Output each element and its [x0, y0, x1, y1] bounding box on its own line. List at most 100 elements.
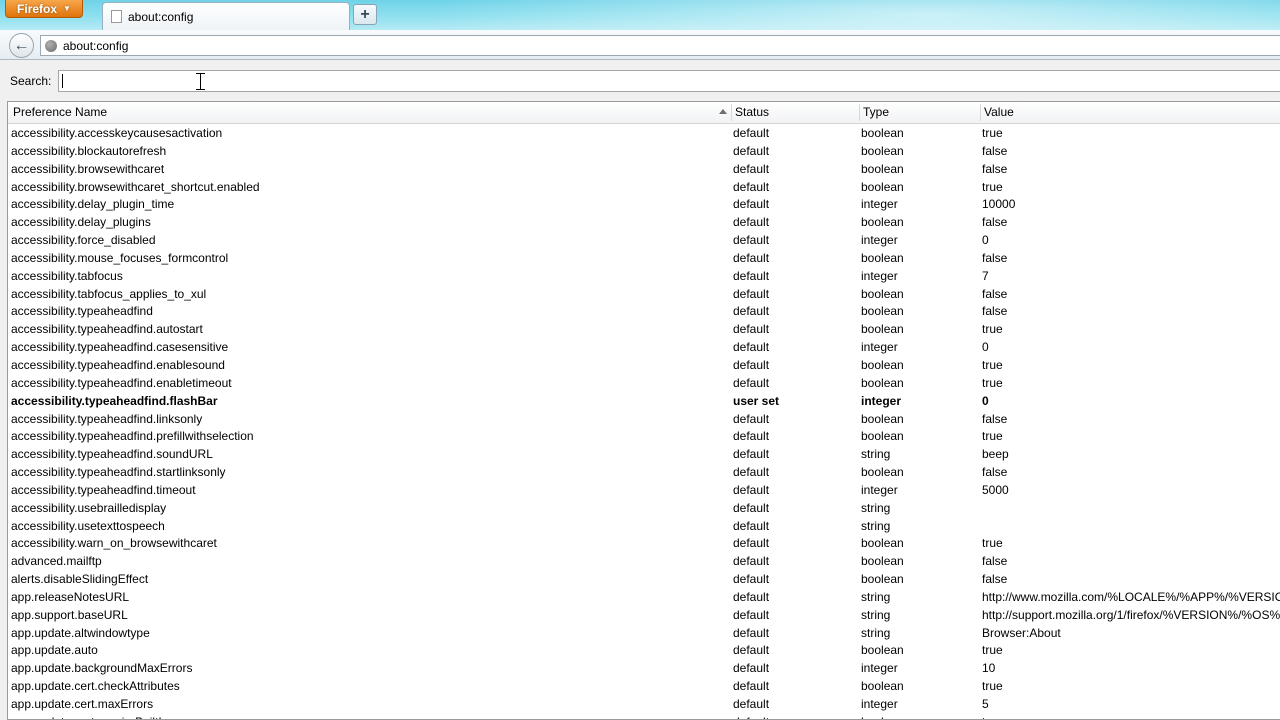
pref-name-cell: app.update.backgroundMaxErrors — [11, 661, 193, 676]
table-row[interactable]: accessibility.typeaheadfind.prefillwiths… — [8, 427, 1280, 445]
table-row[interactable]: accessibility.warn_on_browsewithcaret def… — [8, 534, 1280, 552]
url-bar[interactable]: about:config — [40, 35, 1280, 56]
pref-status-cell: default — [733, 126, 770, 140]
table-row[interactable]: accessibility.typeaheadfind.soundURL defa… — [8, 445, 1280, 463]
table-row[interactable]: accessibility.delay_plugin_time default in… — [8, 195, 1280, 213]
pref-type-cell: boolean — [861, 126, 904, 140]
pref-value-cell: 10000 — [982, 197, 1016, 212]
pref-value-cell: true — [982, 679, 1003, 694]
table-row[interactable]: app.update.cert.maxErrors default integer 5 — [8, 695, 1280, 713]
column-divider[interactable] — [859, 104, 860, 121]
pref-name-cell: app.update.altwindowtype — [11, 625, 150, 640]
table-row[interactable]: accessibility.delay_plugins default boolea… — [8, 213, 1280, 231]
pref-type-cell: boolean — [861, 429, 904, 444]
pref-name-cell: accessibility.delay_plugin_time — [11, 197, 175, 212]
pref-name-cell: accessibility.accesskeycausesactivation — [11, 126, 223, 140]
pref-name-cell: accessibility.typeaheadfind.flashBar — [11, 393, 218, 408]
preferences-table[interactable]: Preference Name Status Type Value access… — [7, 101, 1280, 720]
pref-value-cell: true — [982, 357, 1003, 372]
pref-name-cell: accessibility.mouse_focuses_formcontrol — [11, 250, 229, 265]
table-row[interactable]: accessibility.typeaheadfind.startlinkson… — [8, 463, 1280, 481]
table-row[interactable]: accessibility.usebrailledisplay default st… — [8, 499, 1280, 517]
table-row[interactable]: accessibility.typeaheadfind.timeout defau… — [8, 481, 1280, 499]
table-row[interactable]: accessibility.usetexttospeech default stri… — [8, 517, 1280, 535]
pref-value-cell: true — [982, 643, 1003, 658]
pref-type-cell: integer — [861, 340, 898, 355]
table-row[interactable]: accessibility.typeaheadfind.enabletimeou… — [8, 374, 1280, 392]
pref-status-cell: default — [733, 304, 770, 319]
pref-status-cell: default — [733, 143, 770, 158]
pref-name-cell: alerts.disableSlidingEffect — [11, 572, 149, 587]
table-row[interactable]: accessibility.blockautorefresh default boo… — [8, 142, 1280, 160]
column-divider[interactable] — [980, 104, 981, 121]
pref-name-cell: accessibility.typeaheadfind.enabletimeou… — [11, 375, 232, 390]
pref-type-cell: string — [861, 625, 891, 640]
table-row[interactable]: accessibility.force_disabled default integ… — [8, 231, 1280, 249]
table-row[interactable]: accessibility.browsewithcaret_shortcut.e… — [8, 178, 1280, 196]
table-row[interactable]: accessibility.typeaheadfind.linksonly def… — [8, 410, 1280, 428]
table-row[interactable]: alerts.disableSlidingEffect default boolea… — [8, 570, 1280, 588]
table-row[interactable]: accessibility.mouse_focuses_formcontrol d… — [8, 249, 1280, 267]
column-header-preference-name[interactable]: Preference Name — [13, 102, 107, 123]
pref-name-cell: app.update.cert.checkAttributes — [11, 679, 180, 694]
pref-name-cell: accessibility.force_disabled — [11, 233, 156, 248]
pref-name-cell: app.releaseNotesURL — [11, 589, 130, 604]
table-row[interactable]: app.releaseNotesURL default string http://w… — [8, 588, 1280, 606]
table-row[interactable]: accessibility.typeaheadfind.enablesound d… — [8, 356, 1280, 374]
table-row[interactable]: accessibility.accesskeycausesactivation d… — [8, 124, 1280, 142]
site-identity-icon[interactable] — [45, 39, 57, 52]
column-header-type[interactable]: Type — [863, 102, 889, 123]
pref-value-cell: true — [982, 179, 1003, 194]
table-row[interactable]: accessibility.typeaheadfind.flashBar user… — [8, 392, 1280, 410]
table-row[interactable]: accessibility.browsewithcaret default bool… — [8, 160, 1280, 178]
pref-name-cell: accessibility.warn_on_browsewithcaret — [11, 536, 217, 551]
table-row[interactable]: app.update.backgroundMaxErrors default int… — [8, 659, 1280, 677]
table-row[interactable]: accessibility.tabfocus_applies_to_xul def… — [8, 285, 1280, 303]
tab-title: about:config — [128, 9, 194, 24]
config-page: Search: Preference Name Status Type Valu… — [0, 60, 1280, 720]
table-row[interactable]: app.support.baseURL default string http://s… — [8, 606, 1280, 624]
tab-about-config[interactable]: about:config — [102, 2, 350, 30]
pref-type-cell: boolean — [861, 215, 904, 230]
pref-value-cell: http://www.mozilla.com/%LOCALE%/%APP%/%V… — [982, 589, 1280, 604]
table-row[interactable]: app.update.auto default boolean true — [8, 641, 1280, 659]
pref-name-cell: accessibility.typeaheadfind.soundURL — [11, 447, 213, 462]
table-row[interactable]: advanced.mailftp default boolean false — [8, 552, 1280, 570]
pref-type-cell: integer — [861, 697, 898, 711]
pref-status-cell: default — [733, 179, 770, 194]
search-input[interactable] — [58, 70, 1280, 92]
pref-name-cell: accessibility.typeaheadfind.startlinkson… — [11, 465, 226, 480]
pref-value-cell: Browser:About — [982, 625, 1061, 640]
ibeam-cursor-icon — [196, 73, 205, 90]
pref-value-cell: false — [982, 286, 1008, 301]
column-header-value[interactable]: Value — [984, 102, 1014, 123]
table-row[interactable]: app.update.cert.checkAttributes default bo… — [8, 677, 1280, 695]
pref-status-cell: default — [733, 233, 770, 248]
table-row[interactable]: accessibility.typeaheadfind.autostart def… — [8, 320, 1280, 338]
table-row[interactable]: accessibility.tabfocus default integer 7 — [8, 267, 1280, 285]
pref-name-cell: accessibility.typeaheadfind.timeout — [11, 482, 196, 497]
back-button[interactable]: ← — [9, 33, 34, 58]
table-row[interactable]: app.update.altwindowtype default string Bro… — [8, 624, 1280, 642]
pref-type-cell: boolean — [861, 715, 904, 719]
pref-status-cell: default — [733, 643, 770, 658]
pref-type-cell: boolean — [861, 250, 904, 265]
url-text: about:config — [63, 38, 129, 53]
pref-value-cell: 5000 — [982, 482, 1009, 497]
pref-name-cell: accessibility.tabfocus — [11, 268, 123, 283]
table-row[interactable]: app.update.cert.requireBuiltIn default boo… — [8, 713, 1280, 719]
new-tab-button[interactable]: + — [353, 4, 377, 25]
pref-status-cell: default — [733, 411, 770, 426]
table-row[interactable]: accessibility.typeaheadfind default boolea… — [8, 302, 1280, 320]
column-divider[interactable] — [731, 104, 732, 121]
pref-status-cell: default — [733, 357, 770, 372]
firefox-menu-button[interactable]: Firefox ▼ — [5, 0, 83, 18]
table-row[interactable]: accessibility.typeaheadfind.casesensitiv… — [8, 338, 1280, 356]
pref-value-cell: false — [982, 572, 1008, 587]
pref-value-cell: 0 — [982, 393, 989, 408]
pref-status-cell: default — [733, 679, 770, 694]
pref-status-cell: default — [733, 429, 770, 444]
pref-name-cell: accessibility.typeaheadfind.linksonly — [11, 411, 203, 426]
pref-value-cell: 0 — [982, 340, 989, 355]
column-header-status[interactable]: Status — [735, 102, 769, 123]
